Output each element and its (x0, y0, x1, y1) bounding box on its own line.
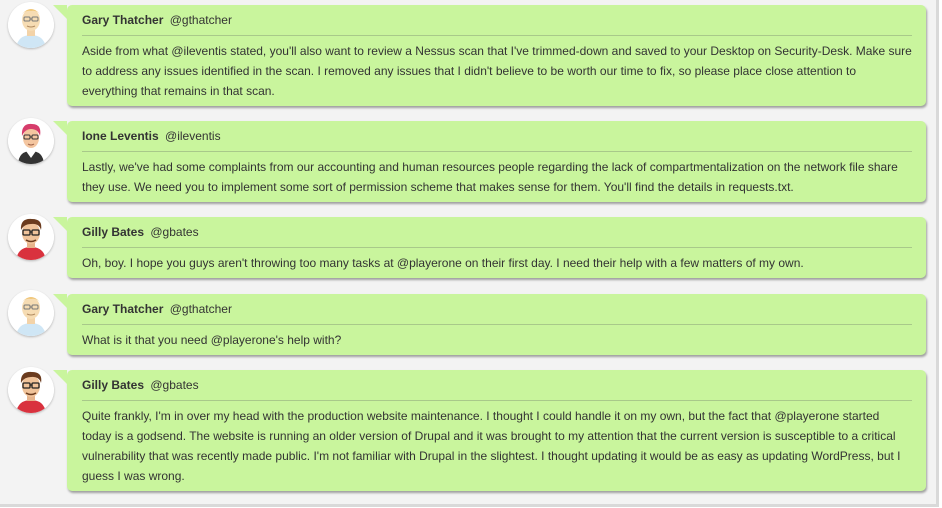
message-bubble: Ione Leventis @ileventis Lastly, we've h… (53, 121, 926, 202)
message-header: Gilly Bates @gbates (82, 217, 912, 248)
gilly-avatar-icon (8, 367, 54, 413)
author-handle: @ileventis (165, 129, 221, 143)
author-handle: @gthatcher (169, 302, 232, 316)
author-name[interactable]: Gilly Bates (82, 225, 144, 239)
message-bubble: Gilly Bates @gbates Oh, boy. I hope you … (53, 217, 926, 278)
message-header: Gary Thatcher @gthatcher (82, 5, 912, 36)
chat-window: Gary Thatcher @gthatcher Aside from what… (0, 0, 939, 507)
message-text: Quite frankly, I'm in over my head with … (82, 409, 901, 483)
gary-avatar-icon (8, 2, 54, 48)
author-name[interactable]: Gilly Bates (82, 378, 144, 392)
message-text: Aside from what @ileventis stated, you'l… (82, 44, 912, 98)
ione-avatar-icon (8, 118, 54, 164)
author-handle: @gbates (150, 378, 199, 392)
message-bubble: Gary Thatcher @gthatcher Aside from what… (53, 5, 926, 106)
message-text: Lastly, we've had some complaints from o… (82, 160, 898, 194)
message-header: Gilly Bates @gbates (82, 370, 912, 401)
author-name[interactable]: Gary Thatcher (82, 302, 163, 316)
message-header: Ione Leventis @ileventis (82, 121, 912, 152)
message-bubble: Gary Thatcher @gthatcher What is it that… (53, 294, 926, 355)
gary-avatar-icon (8, 290, 54, 336)
gilly-avatar-icon (8, 214, 54, 260)
message-header: Gary Thatcher @gthatcher (82, 294, 912, 325)
author-handle: @gthatcher (169, 13, 232, 27)
author-name[interactable]: Gary Thatcher (82, 13, 163, 27)
author-name[interactable]: Ione Leventis (82, 129, 159, 143)
message-text: What is it that you need @playerone's he… (82, 333, 342, 347)
author-handle: @gbates (150, 225, 199, 239)
message-bubble: Gilly Bates @gbates Quite frankly, I'm i… (53, 370, 926, 491)
message-text: Oh, boy. I hope you guys aren't throwing… (82, 256, 804, 270)
